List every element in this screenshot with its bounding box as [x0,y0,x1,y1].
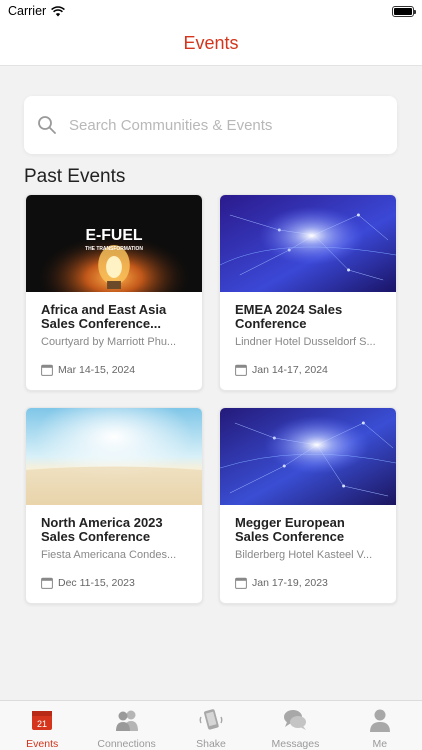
event-image-beach [26,408,202,505]
battery-icon [392,5,416,17]
person-icon [369,709,390,732]
event-card[interactable]: North America 2023 Sales Conference Fies… [25,407,203,604]
event-card[interactable]: EMEA 2024 Sales Conference Lindner Hotel… [219,194,397,391]
tab-me[interactable]: Me [338,701,422,750]
status-left: Carrier [8,4,66,18]
chat-icon [284,710,307,730]
tab-bar: 21 Events Connections Shake Messages Me [0,700,422,750]
section-title: Past Events [24,166,126,187]
image-banner-subtitle: THE TRANSFORMATION [85,246,143,252]
event-location: Bilderberg Hotel Kasteel V... [235,549,373,561]
event-date: Mar 14-15, 2024 [58,364,136,376]
calendar-icon [235,364,247,376]
carrier-label: Carrier [8,4,47,18]
calendar-icon [41,577,53,589]
tab-label: Messages [271,738,320,750]
status-bar: Carrier [0,0,422,22]
event-location: Fiesta Americana Condes... [41,549,177,561]
event-title: Africa and East Asia Sales Conference... [41,303,167,331]
event-location: Lindner Hotel Dusseldorf S... [235,336,376,348]
event-date-row: Jan 17-19, 2023 [235,577,381,589]
tab-messages[interactable]: Messages [253,701,337,750]
tab-shake[interactable]: Shake [169,701,253,750]
event-date: Dec 11-15, 2023 [58,577,135,589]
event-date: Jan 17-19, 2023 [252,577,328,589]
event-title: EMEA 2024 Sales Conference [235,303,343,331]
tab-label: Events [26,738,59,750]
event-title: Megger European Sales Conference [235,516,345,544]
tab-label: Connections [97,738,156,750]
tab-connections[interactable]: Connections [84,701,168,750]
calendar-icon [235,577,247,589]
people-icon [115,710,138,731]
event-date-row: Dec 11-15, 2023 [41,577,187,589]
image-banner-title: E-FUEL [85,227,142,244]
calendar-badge: 21 [37,719,47,729]
event-image-e-fuel: E-FUEL THE TRANSFORMATION [26,195,202,292]
event-date: Jan 14-17, 2024 [252,364,328,376]
event-card[interactable]: Megger European Sales Conference Bilderb… [219,407,397,604]
tab-label: Shake [196,738,226,750]
event-location: Courtyard by Marriott Phu... [41,336,177,348]
calendar-icon: 21 [32,711,53,730]
tab-label: Me [372,738,388,750]
event-image-network [220,408,396,505]
tab-events[interactable]: 21 Events [0,701,84,750]
calendar-icon [41,364,53,376]
phone-shake-icon [199,709,223,730]
event-date-row: Jan 14-17, 2024 [235,364,381,376]
event-image-network [220,195,396,292]
search-bar[interactable] [24,96,397,154]
search-input[interactable] [69,116,369,134]
wifi-icon [51,5,66,16]
navigation-bar: Events [0,22,422,66]
page-title: Events [183,33,239,53]
event-date-row: Mar 14-15, 2024 [41,364,187,376]
event-title: North America 2023 Sales Conference [41,516,163,544]
event-card[interactable]: E-FUEL THE TRANSFORMATION Africa and Eas… [25,194,203,391]
search-icon [38,116,56,134]
